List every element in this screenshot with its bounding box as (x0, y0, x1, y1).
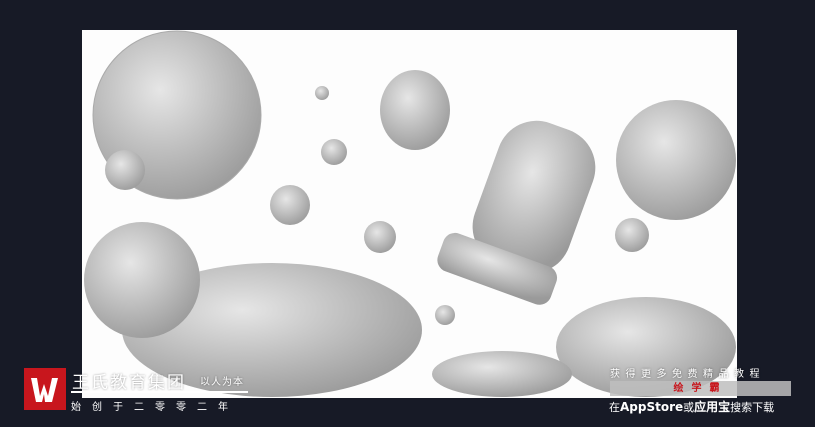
app-store-name: 应用宝 (694, 400, 731, 414)
video-frame (82, 30, 737, 398)
grenade-large (437, 120, 596, 305)
brand-since: 始创于二零零二年 (71, 402, 239, 413)
virus-large-right (616, 100, 736, 220)
divider (71, 391, 248, 393)
grenade-small (380, 70, 450, 150)
render-illustration (84, 30, 736, 397)
brand-name: 王氏教育集团 (72, 373, 186, 393)
promo-app-name: 绘学霸 (610, 381, 791, 396)
promo-line3: 在AppStore或应用宝搜索下载 (609, 398, 774, 415)
prefix: 在 (609, 401, 620, 414)
suffix: 搜索下载 (730, 401, 775, 414)
or: 或 (683, 401, 695, 414)
brand-slogan: 以人为本 (200, 377, 244, 388)
store-name: AppStore (620, 400, 684, 414)
promo-line1: 获得更多免费精品教程 (610, 369, 765, 380)
w-logo-icon (24, 368, 66, 410)
